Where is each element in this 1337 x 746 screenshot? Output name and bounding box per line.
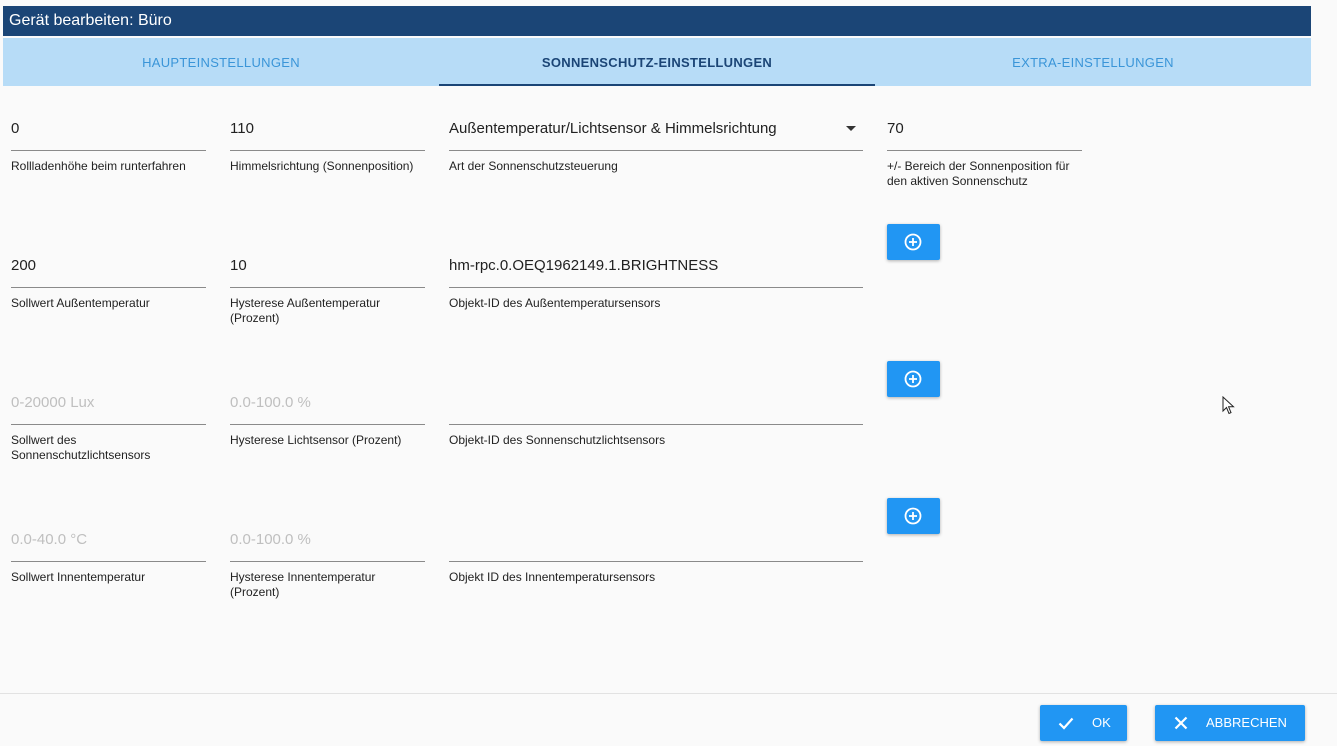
direction-underline bbox=[230, 150, 425, 151]
direction-input[interactable]: 110 bbox=[230, 120, 254, 137]
light-setpoint-underline bbox=[11, 424, 206, 425]
add-inside-temp-sensor-button[interactable] bbox=[887, 498, 940, 534]
tab-main-settings[interactable]: HAUPTEINSTELLUNGEN bbox=[3, 38, 439, 86]
light-hysteresis-underline bbox=[230, 424, 425, 425]
cancel-button[interactable]: ABBRECHEN bbox=[1155, 705, 1305, 741]
inside-temp-sensor-label: Objekt ID des Innentemperatursensors bbox=[449, 570, 656, 584]
outside-temp-sensor-input[interactable]: hm-rpc.0.OEQ1962149.1.BRIGHTNESS bbox=[449, 257, 718, 274]
add-light-sensor-button[interactable] bbox=[887, 361, 940, 397]
sun-range-underline bbox=[887, 150, 1082, 151]
add-circle-icon bbox=[904, 233, 922, 251]
outside-temp-hysteresis-input[interactable]: 10 bbox=[230, 257, 247, 274]
mouse-cursor-icon bbox=[1222, 396, 1235, 415]
light-sensor-underline bbox=[449, 424, 863, 425]
control-type-label: Art der Sonnenschutzsteuerung bbox=[449, 159, 618, 173]
light-hysteresis-input[interactable]: 0.0-100.0 % bbox=[230, 394, 311, 411]
inside-temp-sensor-underline bbox=[449, 561, 863, 562]
add-outside-temp-sensor-button[interactable] bbox=[887, 224, 940, 260]
close-icon bbox=[1174, 716, 1188, 730]
sun-range-label: +/- Bereich der Sonnenposition für den a… bbox=[887, 159, 1070, 188]
shutter-height-label: Rollladenhöhe beim runterfahren bbox=[11, 159, 186, 173]
light-sensor-label: Objekt-ID des Sonnenschutzlichtsensors bbox=[449, 433, 666, 447]
shutter-height-input[interactable]: 0 bbox=[11, 120, 19, 137]
inside-temp-setpoint-input[interactable]: 0.0-40.0 °C bbox=[11, 531, 87, 548]
add-circle-icon bbox=[904, 370, 922, 388]
outside-temp-sensor-underline bbox=[449, 287, 863, 288]
outside-temp-sensor-label: Objekt-ID des Außentemperatursensors bbox=[449, 296, 661, 310]
tab-extra-settings[interactable]: EXTRA-EINSTELLUNGEN bbox=[875, 38, 1311, 86]
outside-temp-hysteresis-underline bbox=[230, 287, 425, 288]
dropdown-arrow-icon[interactable] bbox=[846, 126, 856, 131]
dialog-title: Gerät bearbeiten: Büro bbox=[3, 6, 1311, 36]
inside-temp-hysteresis-underline bbox=[230, 561, 425, 562]
ok-button[interactable]: OK bbox=[1040, 705, 1127, 741]
sun-range-input[interactable]: 70 bbox=[887, 120, 904, 137]
dialog-footer bbox=[0, 694, 1337, 746]
tab-bar: HAUPTEINSTELLUNGEN SONNENSCHUTZ-EINSTELL… bbox=[3, 38, 1311, 86]
ok-button-label: OK bbox=[1092, 715, 1111, 730]
edit-device-dialog: Gerät bearbeiten: Büro HAUPTEINSTELLUNGE… bbox=[0, 0, 1337, 746]
control-type-underline bbox=[449, 150, 863, 151]
outside-temp-setpoint-underline bbox=[11, 287, 206, 288]
inside-temp-setpoint-label: Sollwert Innentemperatur bbox=[11, 570, 146, 584]
add-circle-icon bbox=[904, 507, 922, 525]
direction-label: Himmelsrichtung (Sonnenposition) bbox=[230, 159, 414, 173]
active-tab-indicator bbox=[439, 84, 875, 86]
inside-temp-setpoint-underline bbox=[11, 561, 206, 562]
tab-sunprotection-settings[interactable]: SONNENSCHUTZ-EINSTELLUNGEN bbox=[439, 38, 875, 86]
control-type-value[interactable]: Außentemperatur/Lichtsensor & Himmelsric… bbox=[449, 120, 777, 137]
light-setpoint-input[interactable]: 0-20000 Lux bbox=[11, 394, 94, 411]
inside-temp-hysteresis-label: Hysterese Innentemperatur (Prozent) bbox=[230, 570, 376, 599]
light-setpoint-label: Sollwert des Sonnenschutzlichtsensors bbox=[11, 433, 151, 462]
inside-temp-hysteresis-input[interactable]: 0.0-100.0 % bbox=[230, 531, 311, 548]
outside-temp-setpoint-input[interactable]: 200 bbox=[11, 257, 36, 274]
cancel-button-label: ABBRECHEN bbox=[1206, 715, 1287, 730]
check-icon bbox=[1058, 717, 1074, 730]
light-hysteresis-label: Hysterese Lichtsensor (Prozent) bbox=[230, 433, 402, 447]
outside-temp-setpoint-label: Sollwert Außentemperatur bbox=[11, 296, 150, 310]
outside-temp-hysteresis-label: Hysterese Außentemperatur (Prozent) bbox=[230, 296, 381, 325]
shutter-height-underline bbox=[11, 150, 206, 151]
